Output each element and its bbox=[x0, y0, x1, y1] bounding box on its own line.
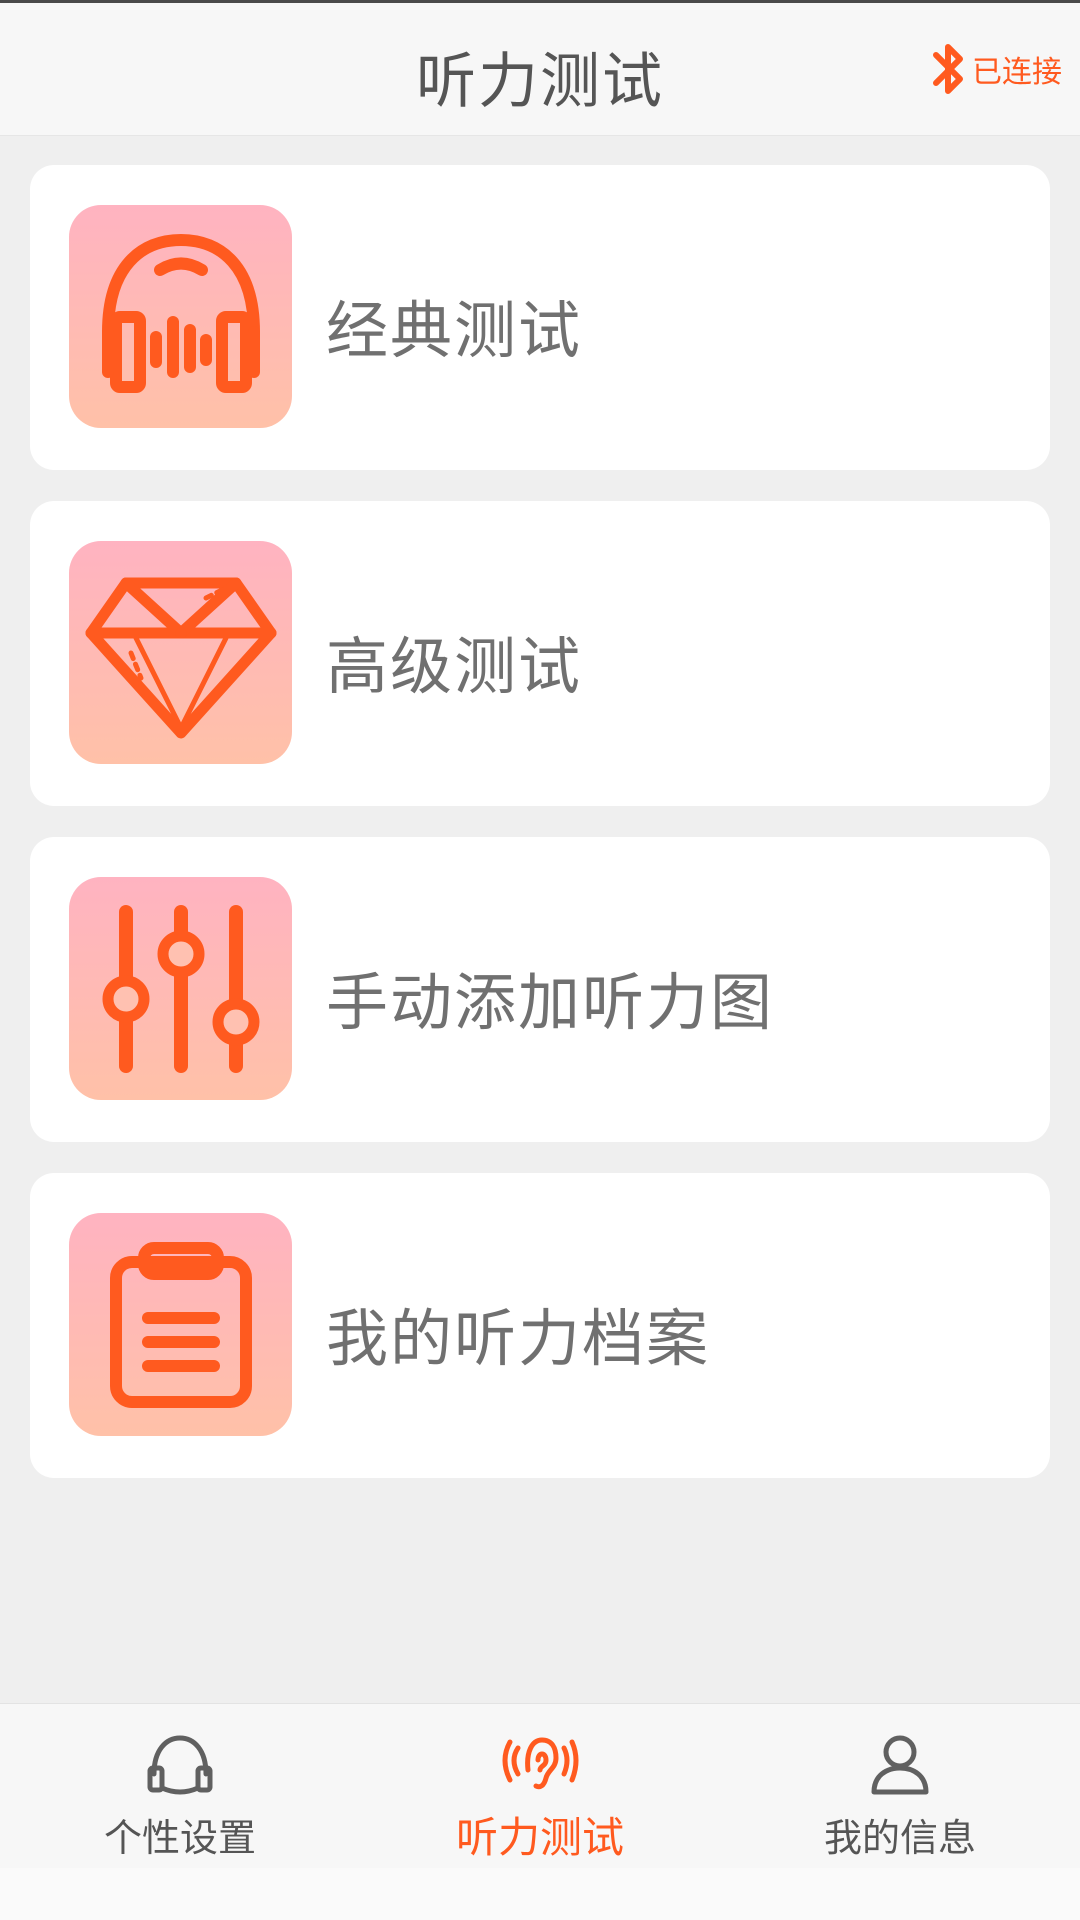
menu-item-advanced-test[interactable]: 高级测试 bbox=[30, 501, 1050, 806]
tab-label: 听力测试 bbox=[455, 1813, 624, 1862]
header-bar: 听力测试 已连接 bbox=[0, 3, 1080, 136]
clipboard-icon bbox=[69, 1213, 292, 1436]
headset-icon bbox=[0, 1730, 360, 1798]
user-icon bbox=[720, 1730, 1080, 1798]
page-title: 听力测试 bbox=[416, 47, 664, 117]
home-indicator-area bbox=[0, 1868, 1080, 1920]
menu-item-manual-audiogram[interactable]: 手动添加听力图 bbox=[30, 837, 1050, 1142]
tab-personal-settings[interactable]: 个性设置 bbox=[0, 1704, 360, 1869]
menu-item-hearing-profile[interactable]: 我的听力档案 bbox=[30, 1173, 1050, 1478]
menu-item-label: 手动添加听力图 bbox=[326, 966, 775, 1039]
menu-item-label: 高级测试 bbox=[326, 630, 583, 703]
menu-item-classic-test[interactable]: 经典测试 bbox=[30, 165, 1050, 470]
headphones-icon bbox=[69, 205, 292, 428]
bluetooth-status-label: 已连接 bbox=[972, 55, 1062, 90]
bluetooth-icon bbox=[933, 44, 963, 94]
tab-my-info[interactable]: 我的信息 bbox=[720, 1704, 1080, 1869]
menu-item-label: 经典测试 bbox=[326, 294, 583, 367]
menu-item-label: 我的听力档案 bbox=[326, 1302, 711, 1375]
bluetooth-status[interactable]: 已连接 bbox=[928, 39, 1062, 99]
sliders-icon bbox=[69, 877, 292, 1100]
diamond-icon bbox=[69, 541, 292, 764]
tab-hearing-test[interactable]: 听力测试 bbox=[360, 1704, 720, 1869]
bottom-tab-bar: 个性设置 听力测试 我的信息 bbox=[0, 1703, 1080, 1869]
tab-label: 个性设置 bbox=[103, 1816, 256, 1860]
tab-label: 我的信息 bbox=[823, 1816, 976, 1860]
ear-icon bbox=[360, 1730, 720, 1798]
